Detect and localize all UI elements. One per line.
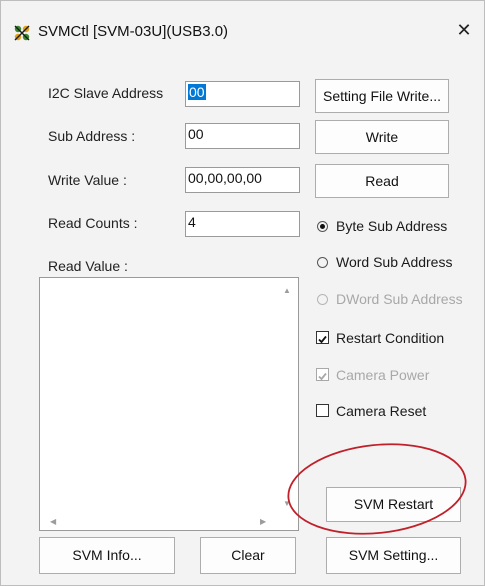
camera-reset-label: Camera Reset [336, 403, 427, 419]
scroll-right-icon[interactable]: ▶ [260, 517, 266, 526]
close-button[interactable]: ✕ [444, 13, 484, 47]
scroll-left-icon[interactable]: ◀ [50, 517, 56, 526]
byte-sub-address-label: Byte Sub Address [336, 218, 448, 234]
checkbox-checked-icon [316, 331, 329, 344]
svm-info-button[interactable]: SVM Info... [39, 537, 175, 574]
svm-restart-button[interactable]: SVM Restart [326, 487, 461, 522]
read-counts-label: Read Counts : [48, 215, 138, 231]
radio-empty-icon [317, 294, 328, 305]
window-title: SVMCtl [SVM-03U](USB3.0) [38, 23, 229, 40]
restart-condition-label: Restart Condition [336, 330, 445, 346]
selected-text: 00 [188, 84, 206, 100]
vertical-scrollbar[interactable]: ▲ ▼ [276, 278, 298, 514]
i2c-slave-address-field[interactable]: 00 [185, 81, 300, 107]
radio-selected-icon [317, 221, 328, 232]
word-sub-address-label: Word Sub Address [336, 254, 453, 270]
write-button[interactable]: Write [315, 120, 449, 154]
svm-setting-button[interactable]: SVM Setting... [326, 537, 461, 574]
sub-address-label: Sub Address : [48, 128, 136, 144]
read-value-label: Read Value : [48, 258, 128, 274]
write-value-label: Write Value : [48, 172, 127, 188]
camera-power-checkbox[interactable]: Camera Power [316, 367, 429, 383]
camera-reset-checkbox[interactable]: Camera Reset [316, 403, 426, 419]
i2c-slave-address-label: I2C Slave Address [48, 85, 164, 101]
radio-empty-icon [317, 257, 328, 268]
byte-sub-address-radio[interactable]: Byte Sub Address [317, 218, 447, 234]
dword-sub-address-label: DWord Sub Address [336, 291, 463, 307]
read-value-listbox[interactable]: ▲ ▼ ◀ ▶ [39, 277, 299, 531]
checkbox-checked-icon [316, 368, 329, 381]
read-button[interactable]: Read [315, 164, 449, 198]
restart-condition-checkbox[interactable]: Restart Condition [316, 330, 444, 346]
horizontal-scrollbar[interactable]: ◀ ▶ [40, 514, 276, 530]
dword-sub-address-radio[interactable]: DWord Sub Address [317, 291, 463, 307]
camera-power-label: Camera Power [336, 367, 430, 383]
word-sub-address-radio[interactable]: Word Sub Address [317, 254, 452, 270]
scroll-down-icon[interactable]: ▼ [283, 499, 291, 508]
setting-file-write-button[interactable]: Setting File Write... [315, 79, 449, 113]
close-icon: ✕ [456, 20, 472, 40]
svm-app-icon [14, 25, 30, 41]
title-bar: SVMCtl [SVM-03U](USB3.0) ✕ [1, 1, 484, 61]
sub-address-field[interactable]: 00 [185, 123, 300, 149]
read-counts-field[interactable]: 4 [185, 211, 300, 237]
scroll-up-icon[interactable]: ▲ [283, 286, 291, 295]
svmctl-window: SVMCtl [SVM-03U](USB3.0) ✕ I2C Slave Add… [0, 0, 485, 586]
write-value-field[interactable]: 00,00,00,00 [185, 167, 300, 193]
clear-button[interactable]: Clear [200, 537, 296, 574]
checkbox-empty-icon [316, 404, 329, 417]
